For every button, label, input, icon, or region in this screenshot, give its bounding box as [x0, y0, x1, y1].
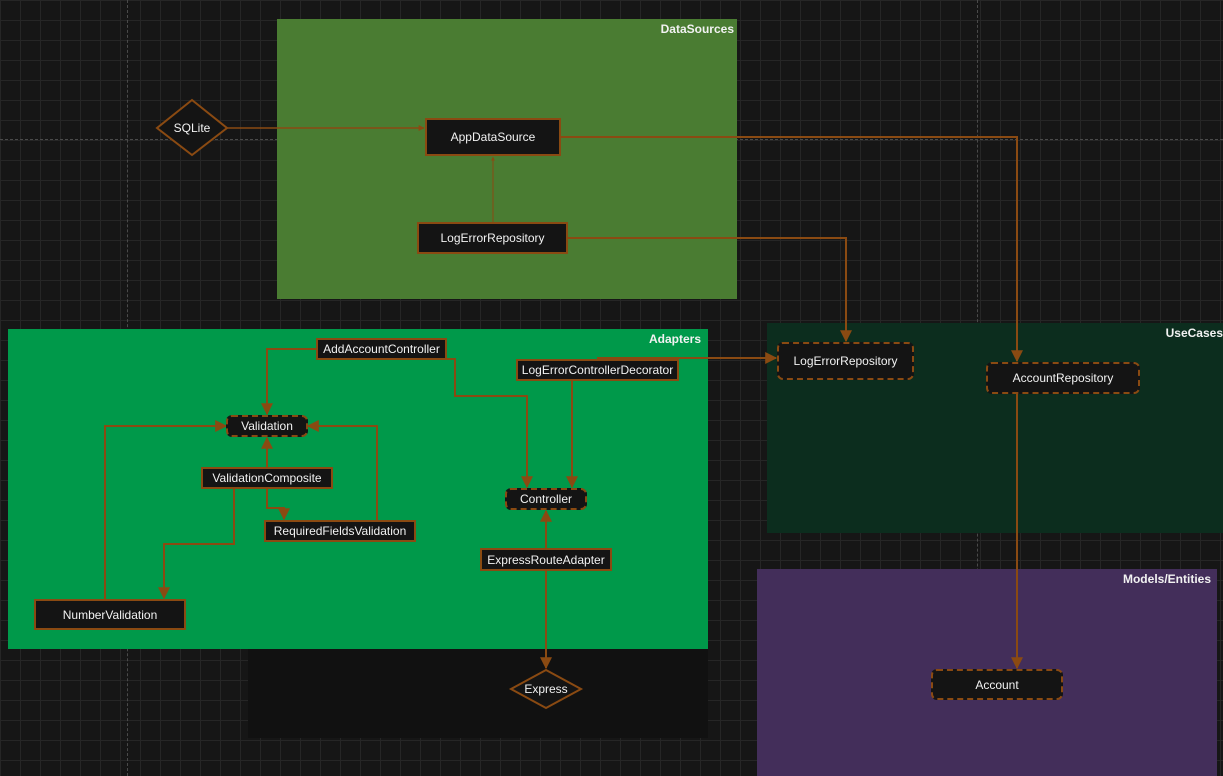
- controller-node[interactable]: Controller: [505, 488, 587, 510]
- edge-composite-required: [266, 489, 290, 521]
- express-route-adapter-node[interactable]: ExpressRouteAdapter: [480, 548, 612, 571]
- edge-number-validation: [104, 420, 228, 599]
- edge-composite-number: [158, 489, 235, 600]
- required-fields-validation-node[interactable]: RequiredFieldsValidation: [264, 520, 416, 542]
- account-repository-node[interactable]: AccountRepository: [986, 362, 1140, 394]
- account-node[interactable]: Account: [931, 669, 1063, 700]
- log-error-repository-uc-node[interactable]: LogErrorRepository: [777, 342, 914, 380]
- log-error-repository-ds-node[interactable]: LogErrorRepository: [417, 222, 568, 254]
- validation-composite-node[interactable]: ValidationComposite: [201, 467, 333, 489]
- validation-node[interactable]: Validation: [226, 415, 308, 437]
- add-account-controller-node[interactable]: AddAccountController: [316, 338, 447, 360]
- edge-logerror-ds-uc: [568, 237, 852, 343]
- edge-appdatasource-accountrepository: [561, 136, 1023, 363]
- number-validation-node[interactable]: NumberValidation: [34, 599, 186, 630]
- edge-addaccount-controller: [447, 358, 533, 489]
- app-data-source-node[interactable]: AppDataSource: [425, 118, 561, 156]
- log-error-controller-decorator-node[interactable]: LogErrorControllerDecorator: [516, 359, 679, 381]
- sqlite-node[interactable]: SQLite: [157, 100, 227, 155]
- edge-addaccount-validation: [261, 348, 317, 416]
- express-node[interactable]: Express: [511, 670, 581, 708]
